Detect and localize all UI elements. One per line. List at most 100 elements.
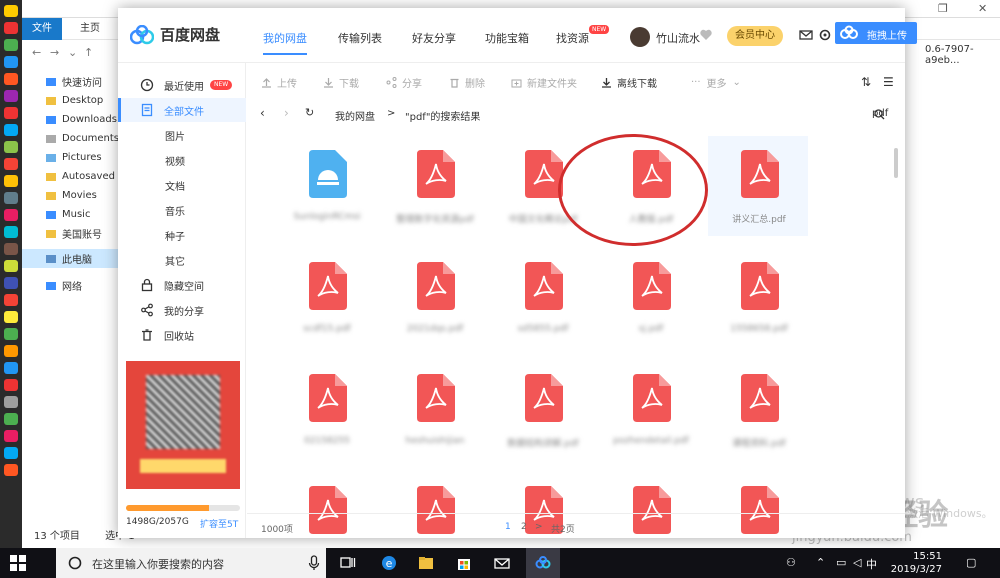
file-item[interactable]: scdf15.pdf bbox=[276, 248, 376, 348]
file-item[interactable]: 2021dqs.pdf bbox=[384, 248, 484, 348]
netdisk-logo[interactable]: 百度网盘 bbox=[130, 24, 220, 45]
tab-find-resources[interactable]: 找资源 bbox=[556, 30, 589, 46]
notifications-icon[interactable]: ▢ bbox=[966, 556, 976, 569]
store-icon[interactable] bbox=[456, 555, 472, 571]
tree-item-movies[interactable]: Movies bbox=[22, 186, 120, 205]
windows-start-icon[interactable] bbox=[10, 555, 26, 571]
forward-arrow-icon[interactable]: › bbox=[284, 106, 289, 120]
heart-icon[interactable] bbox=[699, 28, 713, 42]
back-arrow-icon[interactable]: ← bbox=[32, 46, 41, 59]
sidebar-item-recycle-bin[interactable]: 回收站 bbox=[118, 323, 246, 347]
file-tab[interactable]: 文件 bbox=[22, 18, 62, 40]
tree-item-autosaved[interactable]: Autosaved C bbox=[22, 167, 120, 186]
scrollbar[interactable] bbox=[894, 148, 898, 178]
tree-item-this-pc[interactable]: 此电脑 bbox=[22, 249, 120, 268]
chevron-up-icon[interactable]: ⌃ bbox=[816, 556, 825, 569]
tree-item-us-account[interactable]: 美国账号 bbox=[22, 224, 120, 243]
file-item[interactable]: sj.pdf bbox=[600, 248, 700, 348]
file-item[interactable]: 课程资料.pdf bbox=[708, 360, 808, 460]
up-arrow-icon[interactable]: ↑ bbox=[84, 46, 93, 59]
file-item[interactable]: 整理数字化资源pdf bbox=[384, 136, 484, 236]
tree-item-pictures[interactable]: Pictures bbox=[22, 148, 120, 167]
breadcrumb-root[interactable]: 我的网盘 bbox=[335, 108, 375, 123]
sidebar-item-other[interactable]: 其它 bbox=[118, 248, 246, 272]
app-icon[interactable] bbox=[4, 124, 18, 136]
file-item[interactable]: 1558658.pdf bbox=[708, 248, 808, 348]
app-icon[interactable] bbox=[4, 22, 18, 34]
avatar[interactable] bbox=[630, 27, 650, 47]
edge-browser-icon[interactable]: e bbox=[381, 555, 397, 571]
tree-item-network[interactable]: 网络 bbox=[22, 276, 120, 295]
sort-icon[interactable]: ⇅ bbox=[861, 75, 871, 89]
app-icon[interactable] bbox=[4, 447, 18, 459]
app-icon[interactable] bbox=[4, 362, 18, 374]
mail-icon[interactable] bbox=[494, 555, 510, 571]
vip-center-button[interactable]: 会员中心 bbox=[727, 26, 783, 46]
app-icon[interactable] bbox=[4, 209, 18, 221]
app-icon[interactable] bbox=[4, 430, 18, 442]
sidebar-item-all-files[interactable]: 全部文件 bbox=[118, 98, 246, 122]
tree-item-documents[interactable]: Documents bbox=[22, 129, 120, 148]
app-icon[interactable] bbox=[4, 226, 18, 238]
next-page-link[interactable]: > bbox=[535, 522, 543, 532]
tab-toolbox[interactable]: 功能宝箱 bbox=[485, 30, 529, 46]
netdisk-taskbar-button[interactable] bbox=[526, 548, 560, 578]
sidebar-item-my-share[interactable]: 我的分享 bbox=[118, 298, 246, 322]
sidebar-item-videos[interactable]: 视频 bbox=[118, 148, 246, 172]
sidebar-item-pictures[interactable]: 图片 bbox=[118, 123, 246, 147]
app-icon[interactable] bbox=[4, 5, 18, 17]
share-button[interactable]: 分享 bbox=[386, 75, 422, 90]
app-icon[interactable] bbox=[4, 396, 18, 408]
file-item[interactable]: sd5855.pdf bbox=[492, 248, 592, 348]
app-icon[interactable] bbox=[4, 141, 18, 153]
app-icon[interactable] bbox=[4, 379, 18, 391]
file-item[interactable]: 02158255 bbox=[276, 360, 376, 460]
sidebar-item-private-space[interactable]: 隐藏空间 bbox=[118, 273, 246, 297]
app-icon[interactable] bbox=[4, 311, 18, 323]
tab-friend-share[interactable]: 好友分享 bbox=[412, 30, 456, 46]
delete-button[interactable]: 删除 bbox=[449, 75, 485, 90]
tab-transfer-list[interactable]: 传输列表 bbox=[338, 30, 382, 46]
forward-arrow-icon[interactable]: → bbox=[50, 46, 59, 59]
app-icon[interactable] bbox=[4, 413, 18, 425]
clock[interactable]: 15:51 2019/3/27 bbox=[880, 550, 942, 576]
promo-banner[interactable] bbox=[126, 361, 240, 489]
download-button[interactable]: 下载 bbox=[323, 75, 359, 90]
search-icon[interactable] bbox=[874, 109, 885, 120]
sidebar-item-torrents[interactable]: 种子 bbox=[118, 223, 246, 247]
tree-item-quick-access[interactable]: 快速访问 bbox=[22, 72, 120, 91]
sidebar-item-documents[interactable]: 文档 bbox=[118, 173, 246, 197]
drag-upload-button[interactable]: 拖拽上传 bbox=[835, 22, 917, 44]
file-item[interactable]: pozhendetail.pdf bbox=[600, 360, 700, 460]
app-icon[interactable] bbox=[4, 328, 18, 340]
upload-button[interactable]: 上传 bbox=[261, 75, 297, 90]
tree-item-downloads[interactable]: Downloads bbox=[22, 110, 120, 129]
file-item[interactable]: 讲义汇总.pdf bbox=[708, 136, 808, 236]
file-item[interactable]: SunloginRCmsi bbox=[276, 136, 376, 236]
offline-download-button[interactable]: 离线下载 bbox=[601, 75, 657, 90]
app-icon[interactable] bbox=[4, 90, 18, 102]
list-view-icon[interactable]: ☰ bbox=[883, 75, 894, 89]
refresh-icon[interactable]: ↻ bbox=[305, 106, 314, 119]
app-icon[interactable] bbox=[4, 56, 18, 68]
chevron-down-icon[interactable]: ⌄ bbox=[68, 46, 77, 59]
app-icon[interactable] bbox=[4, 107, 18, 119]
file-item[interactable]: heshuishijian bbox=[384, 360, 484, 460]
tab-my-disk[interactable]: 我的网盘 bbox=[263, 30, 307, 46]
more-button[interactable]: ··· 更多 ⌄ bbox=[691, 75, 741, 90]
network-icon[interactable]: ▭ bbox=[836, 556, 846, 569]
app-icon[interactable] bbox=[4, 345, 18, 357]
folder-icon[interactable] bbox=[418, 555, 434, 571]
app-icon[interactable] bbox=[4, 277, 18, 289]
close-icon[interactable]: ✕ bbox=[978, 2, 987, 15]
expand-storage-link[interactable]: 扩容至5T bbox=[200, 517, 238, 530]
file-item[interactable]: 数据结构讲解.pdf bbox=[492, 360, 592, 460]
page-2-link[interactable]: 2 bbox=[521, 522, 527, 532]
back-arrow-icon[interactable]: ‹ bbox=[260, 106, 265, 120]
tree-item-desktop[interactable]: Desktop bbox=[22, 91, 120, 110]
app-icon[interactable] bbox=[4, 260, 18, 272]
app-icon[interactable] bbox=[4, 39, 18, 51]
username[interactable]: 竹山流水 bbox=[656, 30, 700, 46]
mail-icon[interactable] bbox=[799, 28, 813, 42]
taskbar-search-box[interactable]: 在这里输入你要搜索的内容 bbox=[56, 548, 326, 578]
